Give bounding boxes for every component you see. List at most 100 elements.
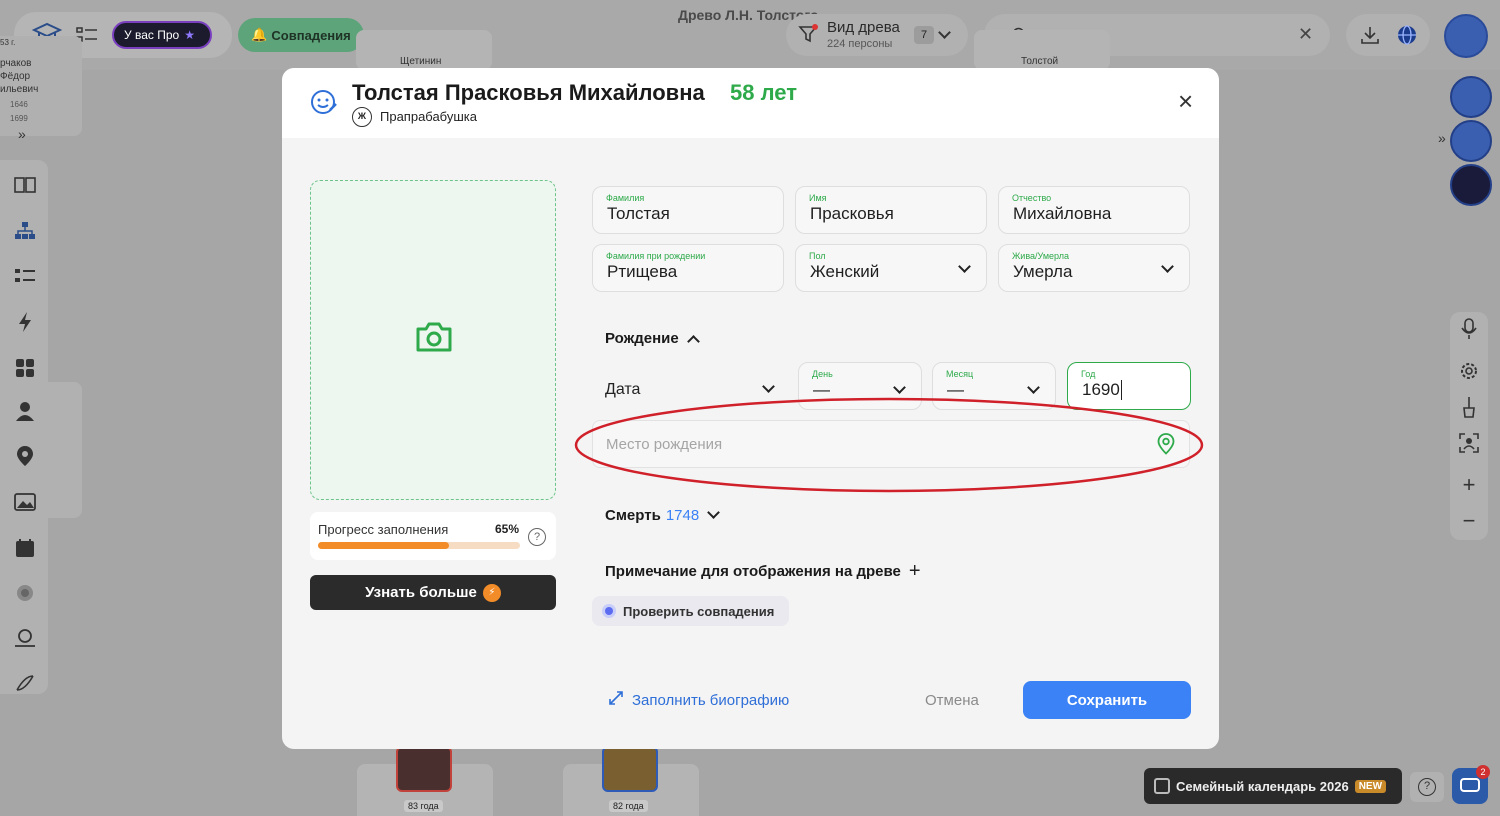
matches-button[interactable]: 🔔 Совпадения: [238, 18, 364, 52]
family-calendar-button[interactable]: Семейный календарь 2026 NEW: [1144, 768, 1402, 804]
record-icon[interactable]: [12, 580, 38, 606]
check-matches-label: Проверить совпадения: [623, 603, 775, 619]
learn-more-label: Узнать больше: [365, 584, 477, 601]
bell-icon: 🔔: [251, 27, 268, 42]
bg-card-line3: ильевич: [0, 84, 39, 95]
save-button[interactable]: Сохранить: [1023, 681, 1191, 719]
cancel-button[interactable]: Отмена: [925, 692, 979, 709]
new-badge: NEW: [1354, 779, 1387, 793]
person-age: 58 лет: [730, 80, 797, 105]
bg-bottom-photo-2: [602, 746, 658, 792]
zoom-out-icon[interactable]: −: [1452, 504, 1486, 538]
expand-right-icon[interactable]: »: [1438, 130, 1446, 146]
progress-fill: [318, 542, 450, 549]
brush-icon[interactable]: [1452, 390, 1486, 424]
surname-label: Фамилия: [606, 193, 645, 203]
photo-upload-area[interactable]: [310, 180, 556, 500]
family-calendar-label: Семейный календарь 2026: [1176, 778, 1349, 794]
alive-status-select[interactable]: Жива/Умерла Умерла: [998, 244, 1190, 292]
surname-value: Толстая: [607, 204, 670, 223]
bg-bottom-photo-1: [396, 746, 452, 792]
chevron-down-icon: [707, 506, 721, 519]
birth-surname-field[interactable]: Фамилия при рождении Ртищева: [592, 244, 784, 292]
bg-name-1: Щетинин: [400, 56, 442, 67]
user-avatar[interactable]: [1444, 14, 1488, 58]
modal-header: Толстая Прасковья Михайловна 58 лет Ж Пр…: [282, 68, 1219, 138]
expand-left-icon[interactable]: »: [18, 126, 26, 142]
radio-dot-icon: [602, 604, 616, 618]
tools-pill: [1346, 14, 1430, 56]
settings-gear-icon[interactable]: [1452, 354, 1486, 388]
annotation-ellipse: [574, 397, 1204, 493]
patronymic-field[interactable]: Отчество Михайловна: [998, 186, 1190, 234]
download-icon[interactable]: [1360, 25, 1380, 50]
photo-icon[interactable]: [12, 489, 38, 515]
learn-more-button[interactable]: Узнать больше ⚡: [310, 575, 556, 610]
relation-label: Прапрабабушка: [380, 109, 477, 124]
calendar-icon[interactable]: [12, 535, 38, 561]
grid-icon[interactable]: [12, 355, 38, 381]
camera-icon: [415, 321, 453, 358]
bg-card-year2: 1699: [10, 114, 28, 123]
clear-search-icon[interactable]: ✕: [1298, 24, 1313, 45]
avatar-stack-1[interactable]: [1450, 76, 1492, 118]
chat-icon: [1460, 778, 1480, 792]
fill-biography-label: Заполнить биографию: [632, 691, 790, 709]
lightning-icon[interactable]: [12, 309, 38, 335]
bg-person-card[interactable]: 53 г. рчаков Фёдор ильевич 1646 1699: [0, 36, 82, 136]
tree-view-control[interactable]: Вид древа 224 персоны 7: [786, 14, 968, 56]
help-circle-icon[interactable]: ?: [528, 528, 546, 546]
person-full-name: Толстая Прасковья Михайловна: [352, 80, 705, 105]
globe-icon[interactable]: [1396, 24, 1418, 51]
filter-icon: [798, 24, 818, 49]
bg-bottom-age-2: 82 года: [609, 800, 648, 812]
list-view-icon[interactable]: [12, 263, 38, 289]
map-pin-icon[interactable]: [12, 443, 38, 469]
zoom-in-icon[interactable]: +: [1452, 468, 1486, 502]
timeline-icon[interactable]: [12, 626, 38, 652]
death-year: 1748: [665, 506, 700, 524]
tree-view-label: Вид древа: [827, 19, 900, 36]
tree-level: 7: [914, 26, 934, 44]
birth-year-label: Год: [1081, 369, 1096, 379]
first-name-value: Прасковья: [810, 204, 894, 223]
first-name-label: Имя: [809, 193, 827, 203]
close-icon[interactable]: ×: [1178, 88, 1193, 114]
help-button[interactable]: ?: [1410, 772, 1444, 802]
lightning-badge-icon: ⚡: [482, 583, 501, 602]
chat-count-badge: 2: [1476, 765, 1490, 779]
book-icon[interactable]: [12, 172, 38, 198]
pro-badge[interactable]: У вас Про ★: [112, 21, 212, 49]
chevron-down-icon: [1161, 260, 1174, 273]
calendar-small-icon: [1154, 778, 1170, 794]
death-section-toggle[interactable]: Смерть 1748: [605, 505, 721, 525]
first-name-field[interactable]: Имя Прасковья: [795, 186, 987, 234]
patronymic-value: Михайловна: [1013, 204, 1112, 223]
chevron-up-icon: [686, 334, 700, 348]
expand-arrows-icon: [608, 690, 624, 711]
save-button-label: Сохранить: [1066, 691, 1148, 709]
avatar-stack-2[interactable]: [1450, 120, 1492, 162]
person-icon[interactable]: [12, 398, 38, 424]
sex-select[interactable]: Пол Женский: [795, 244, 987, 292]
surname-field[interactable]: Фамилия Толстая: [592, 186, 784, 234]
birth-section-toggle[interactable]: Рождение: [605, 328, 700, 348]
star-icon: ★: [184, 28, 195, 42]
fill-biography-link[interactable]: Заполнить биографию: [608, 690, 789, 710]
bg-card-line1: рчаков: [0, 58, 32, 69]
focus-person-icon[interactable]: [1452, 426, 1486, 460]
plus-icon: +: [908, 560, 921, 582]
birth-day-label: День: [812, 369, 833, 379]
alive-status-label: Жива/Умерла: [1012, 251, 1069, 261]
avatar-stack-3[interactable]: [1450, 164, 1492, 206]
tree-structure-icon[interactable]: [12, 218, 38, 244]
patronymic-label: Отчество: [1012, 193, 1052, 203]
chevron-down-icon: [762, 380, 775, 393]
dna-icon[interactable]: [12, 670, 38, 696]
check-matches-button[interactable]: Проверить совпадения: [592, 596, 789, 626]
tree-note-toggle[interactable]: Примечание для отображения на древе +: [605, 561, 921, 581]
microphone-icon[interactable]: [1452, 312, 1486, 346]
progress-card: Прогресс заполнения 65% ?: [310, 512, 556, 560]
bg-bottom-age-1: 83 года: [404, 800, 443, 812]
alive-status-value: Умерла: [1013, 262, 1073, 281]
